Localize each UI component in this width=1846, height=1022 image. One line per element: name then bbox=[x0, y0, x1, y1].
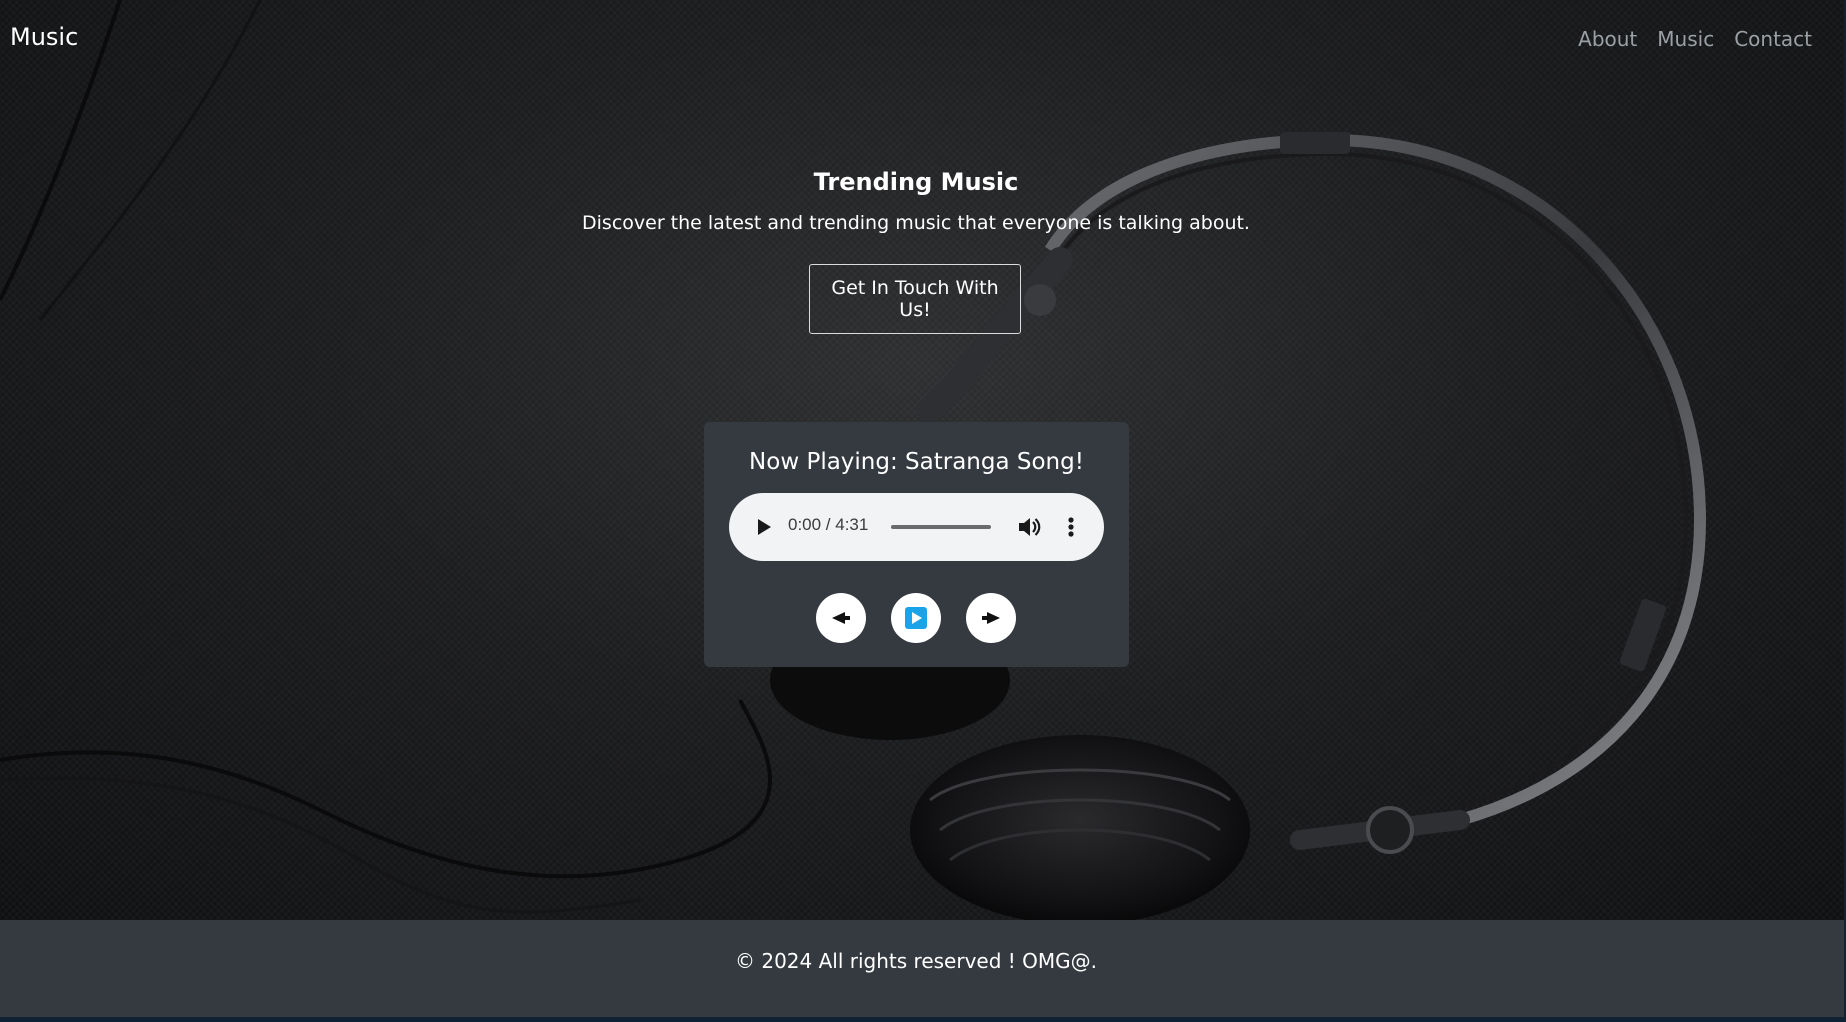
audio-progress-slider[interactable] bbox=[891, 525, 991, 529]
volume-icon[interactable] bbox=[1015, 513, 1043, 541]
page: Music About Music Contact Trending Music… bbox=[0, 0, 1844, 1017]
nav-link-music[interactable]: Music bbox=[1657, 27, 1714, 51]
hero-title: Trending Music bbox=[813, 168, 1019, 196]
music-player-card: Now Playing: Satranga Song! 0:00 / 4:31 bbox=[704, 422, 1129, 667]
brand-logo[interactable]: Music bbox=[10, 23, 78, 51]
footer: © 2024 All rights reserved ! OMG@. bbox=[0, 920, 1844, 1017]
hero-section: Music About Music Contact Trending Music… bbox=[0, 0, 1844, 920]
arrow-right-icon bbox=[982, 612, 1000, 624]
more-options-icon[interactable] bbox=[1061, 513, 1081, 541]
hero-subtitle: Discover the latest and trending music t… bbox=[582, 212, 1250, 234]
now-playing-title: Now Playing: Satranga Song! bbox=[749, 449, 1084, 475]
arrow-left-icon bbox=[832, 612, 850, 624]
play-button[interactable] bbox=[891, 593, 941, 643]
play-icon[interactable] bbox=[749, 513, 777, 541]
audio-time-display: 0:00 / 4:31 bbox=[788, 515, 869, 534]
play-icon bbox=[905, 607, 927, 629]
footer-copyright: © 2024 All rights reserved ! OMG@. bbox=[735, 949, 1097, 973]
audio-player: 0:00 / 4:31 bbox=[729, 493, 1104, 561]
next-track-button[interactable] bbox=[966, 593, 1016, 643]
navbar: Music About Music Contact bbox=[0, 0, 1844, 78]
nav-link-contact[interactable]: Contact bbox=[1734, 27, 1812, 51]
nav-links: About Music Contact bbox=[1578, 27, 1812, 51]
hero-content: Trending Music Discover the latest and t… bbox=[0, 168, 1832, 234]
previous-track-button[interactable] bbox=[816, 593, 866, 643]
nav-link-about[interactable]: About bbox=[1578, 27, 1637, 51]
get-in-touch-button[interactable]: Get In Touch With Us! bbox=[809, 264, 1021, 334]
